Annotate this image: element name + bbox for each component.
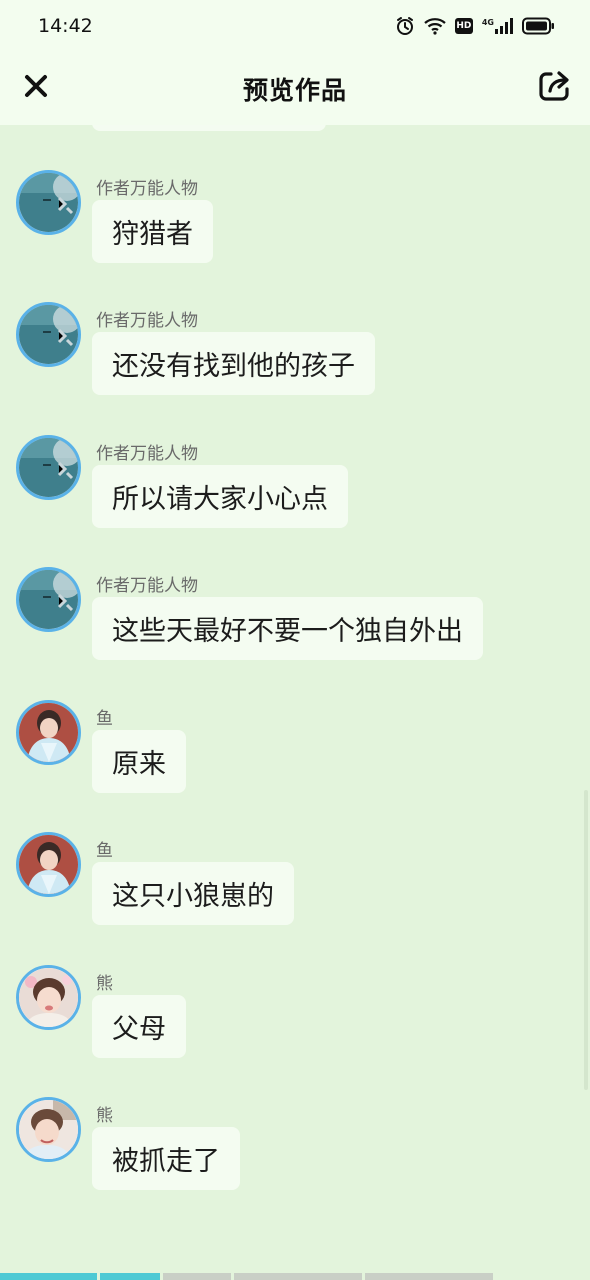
close-icon bbox=[25, 75, 47, 97]
share-button[interactable] bbox=[536, 68, 572, 104]
network-label: 4G bbox=[481, 18, 494, 27]
chat-message: 作者万能人物 狩猎者 bbox=[0, 170, 590, 290]
signal-icon: 4G bbox=[482, 18, 513, 34]
teal-scene-avatar[interactable] bbox=[16, 567, 81, 632]
status-time: 14:42 bbox=[38, 15, 93, 37]
scrollbar[interactable] bbox=[584, 790, 588, 1090]
progress-segment bbox=[234, 1273, 362, 1280]
message-bubble[interactable]: 所以请大家小心点 bbox=[92, 465, 348, 528]
message-bubble-partial bbox=[92, 125, 326, 131]
alarm-icon bbox=[395, 16, 415, 36]
wifi-icon bbox=[424, 17, 446, 35]
chat-message: 作者万能人物 所以请大家小心点 bbox=[0, 435, 590, 555]
chat-message: 熊 父母 bbox=[0, 965, 590, 1085]
message-bubble[interactable]: 被抓走了 bbox=[92, 1127, 240, 1190]
message-text: 狩猎者 bbox=[112, 219, 193, 250]
chat-message: 作者万能人物 还没有找到他的孩子 bbox=[0, 302, 590, 422]
message-bubble[interactable]: 还没有找到他的孩子 bbox=[92, 332, 375, 395]
sender-name: 作者万能人物 bbox=[96, 444, 198, 464]
progress-segment bbox=[365, 1273, 493, 1280]
portrait-avatar-bear[interactable] bbox=[16, 965, 81, 1030]
sender-name: 鱼 bbox=[96, 709, 113, 729]
status-bar: 14:42 HD 4G bbox=[0, 0, 590, 52]
sender-name: 作者万能人物 bbox=[96, 311, 198, 331]
chat-message: 作者万能人物 这些天最好不要一个独自外出 bbox=[0, 567, 590, 687]
progress-segment bbox=[163, 1273, 231, 1280]
chat-message: 熊 被抓走了 bbox=[0, 1097, 590, 1217]
sender-name: 作者万能人物 bbox=[96, 576, 198, 596]
message-bubble[interactable]: 这些天最好不要一个独自外出 bbox=[92, 597, 483, 660]
message-text: 这只小狼崽的 bbox=[112, 881, 274, 912]
teal-scene-avatar[interactable] bbox=[16, 302, 81, 367]
sender-name: 鱼 bbox=[96, 841, 113, 861]
close-button[interactable] bbox=[20, 70, 52, 102]
app-header: 预览作品 bbox=[0, 52, 590, 125]
message-text: 这些天最好不要一个独自外出 bbox=[112, 616, 463, 647]
teal-scene-avatar[interactable] bbox=[16, 170, 81, 235]
sender-name: 作者万能人物 bbox=[96, 179, 198, 199]
message-text: 还没有找到他的孩子 bbox=[112, 351, 355, 382]
portrait-avatar-fish[interactable] bbox=[16, 832, 81, 897]
message-text: 父母 bbox=[112, 1014, 166, 1045]
message-bubble[interactable]: 原来 bbox=[92, 730, 186, 793]
message-bubble[interactable]: 这只小狼崽的 bbox=[92, 862, 294, 925]
story-progress-bar bbox=[0, 1273, 590, 1280]
chat-message: 鱼 这只小狼崽的 bbox=[0, 832, 590, 952]
battery-icon bbox=[522, 17, 554, 35]
portrait-avatar-bear[interactable] bbox=[16, 1097, 81, 1162]
message-text: 被抓走了 bbox=[112, 1146, 220, 1177]
sender-name: 熊 bbox=[96, 1106, 113, 1126]
share-icon bbox=[539, 71, 569, 101]
chat-message: 鱼 原来 bbox=[0, 700, 590, 820]
page-title: 预览作品 bbox=[242, 75, 347, 105]
message-text: 所以请大家小心点 bbox=[112, 484, 328, 515]
chat-list[interactable]: 作者万能人物 狩猎者 作者万能人物 还没有找到他的孩子 作者万能人物 所以请大家… bbox=[0, 125, 590, 1273]
message-bubble[interactable]: 父母 bbox=[92, 995, 186, 1058]
message-text: 原来 bbox=[112, 749, 166, 780]
message-bubble[interactable]: 狩猎者 bbox=[92, 200, 213, 263]
hd-icon: HD bbox=[454, 18, 473, 34]
progress-segment-complete bbox=[0, 1273, 97, 1280]
sender-name: 熊 bbox=[96, 974, 113, 994]
progress-segment-current bbox=[100, 1273, 160, 1280]
status-icons: HD 4G bbox=[395, 16, 554, 36]
teal-scene-avatar[interactable] bbox=[16, 435, 81, 500]
portrait-avatar-fish[interactable] bbox=[16, 700, 81, 765]
